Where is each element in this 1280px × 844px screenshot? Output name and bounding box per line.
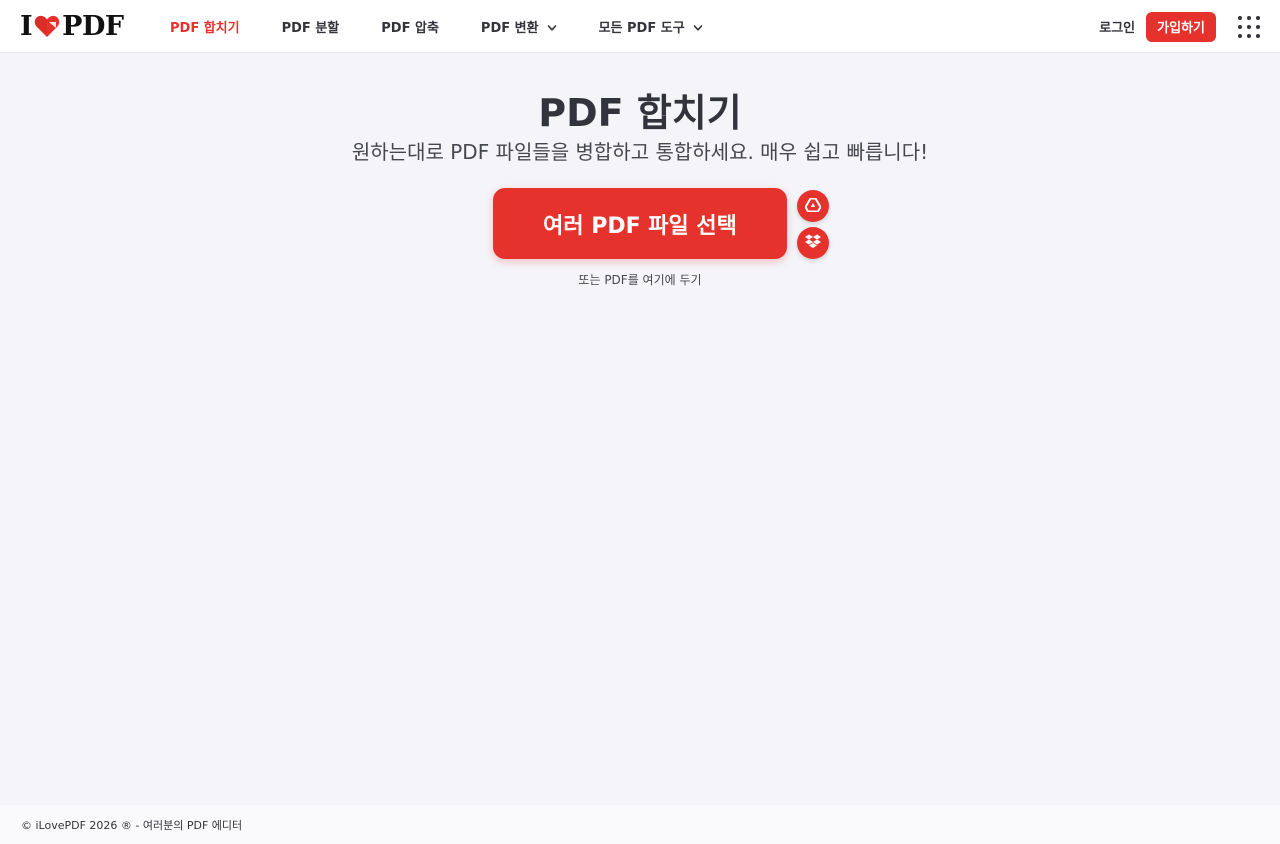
google-drive-button[interactable] <box>797 190 829 222</box>
select-pdf-files-button[interactable]: 여러 PDF 파일 선택 <box>493 188 787 259</box>
heart-icon <box>34 14 60 38</box>
dropbox-icon <box>805 234 821 253</box>
header-actions: 로그인 가입하기 <box>1099 0 1260 53</box>
nav-item-label: 모든 PDF 도구 <box>598 21 685 36</box>
ilovepdf-logo[interactable]: I PDF <box>20 10 124 42</box>
nav-item-split-pdf[interactable]: PDF 분할 <box>282 17 340 36</box>
footer: © iLovePDF 2026 ® - 여러분의 PDF 에디터 <box>0 805 1280 844</box>
nav-item-merge-pdf[interactable]: PDF 합치기 <box>170 17 240 36</box>
nav-item-convert-pdf[interactable]: PDF 변환 <box>481 17 557 36</box>
chevron-down-icon <box>547 22 557 32</box>
logo-text-pdf: PDF <box>62 10 124 42</box>
page-subtitle: 원하는대로 PDF 파일들을 병합하고 통합하세요. 매우 쉽고 빠릅니다! <box>351 140 929 164</box>
top-header: I PDF PDF 합치기 PDF 분할 PDF 압축 PDF 변환 모든 PD <box>0 0 1280 53</box>
login-link[interactable]: 로그인 <box>1099 17 1135 36</box>
drop-hint-text: 또는 PDF를 여기에 두기 <box>578 273 702 287</box>
nav-item-label: PDF 압축 <box>381 21 439 36</box>
nav-item-label: PDF 변환 <box>480 21 539 36</box>
page-title: PDF 합치기 <box>538 91 742 135</box>
nav-item-label: PDF 합치기 <box>170 21 240 36</box>
footer-copyright: © iLovePDF 2026 ® - 여러분의 PDF 에디터 <box>21 818 243 832</box>
chevron-down-icon <box>693 22 703 32</box>
signup-button[interactable]: 가입하기 <box>1146 11 1216 42</box>
nav-item-label: PDF 분할 <box>281 21 340 36</box>
grid-icon[interactable] <box>1238 15 1260 38</box>
main-nav: PDF 합치기 PDF 분할 PDF 압축 PDF 변환 모든 PDF 도구 <box>170 0 745 53</box>
dropbox-button[interactable] <box>797 227 829 259</box>
nav-item-all-pdf-tools[interactable]: 모든 PDF 도구 <box>599 17 703 36</box>
logo-letter-i: I <box>20 10 33 42</box>
nav-item-compress-pdf[interactable]: PDF 압축 <box>381 17 439 36</box>
google-drive-icon <box>804 197 822 216</box>
